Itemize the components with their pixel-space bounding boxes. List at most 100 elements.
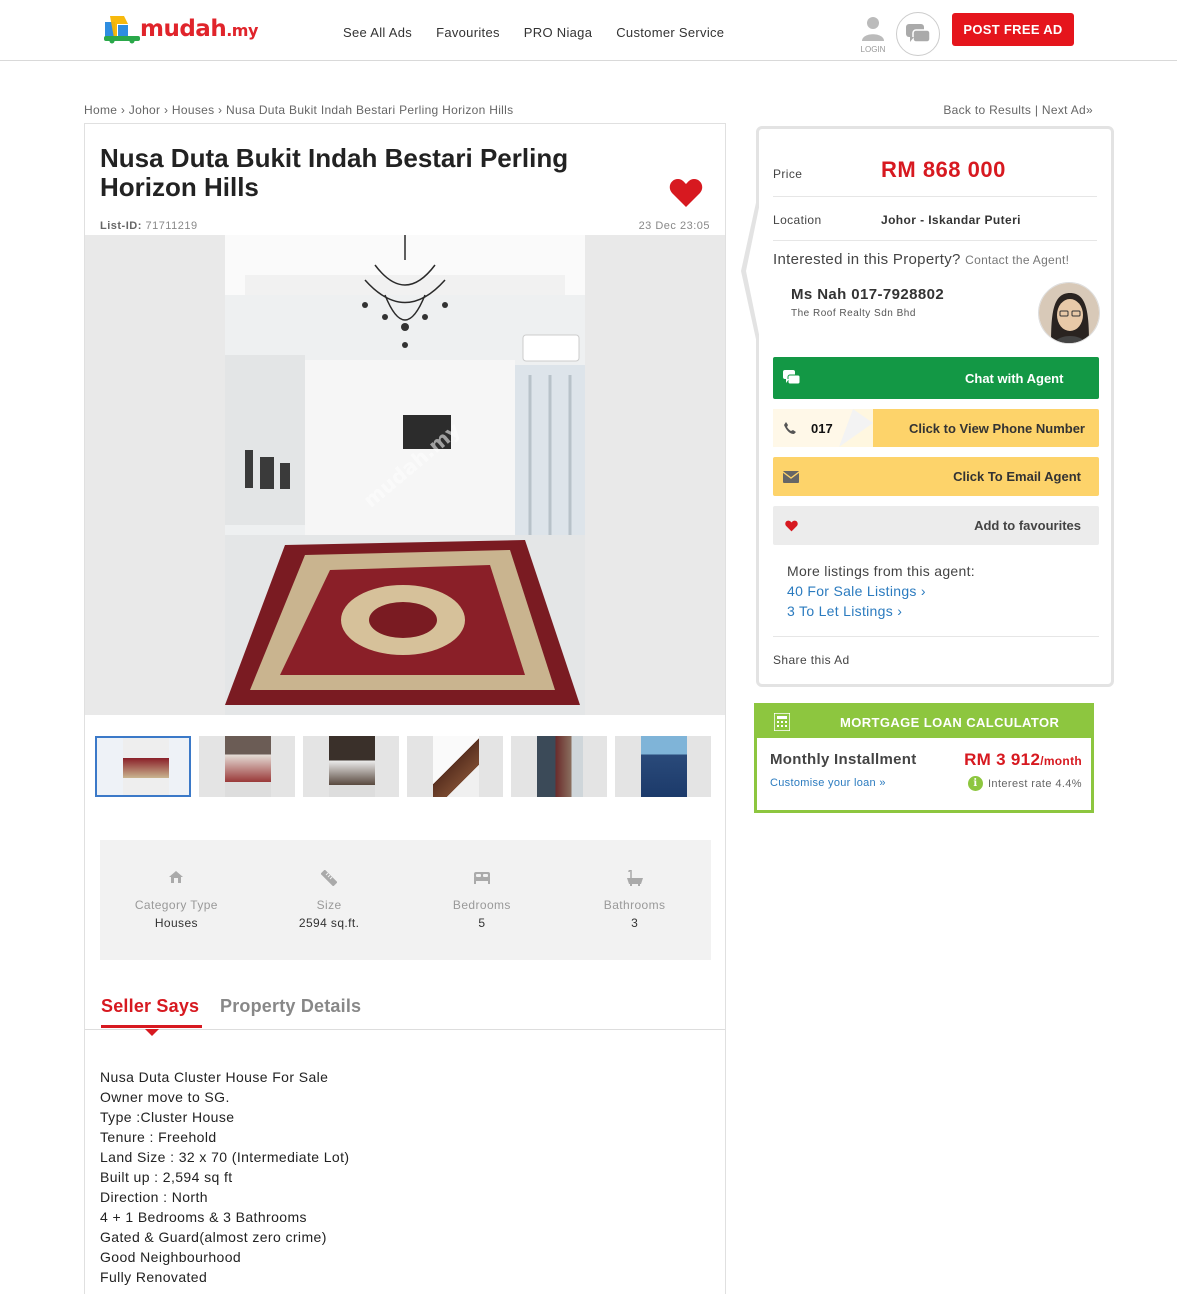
ruler-icon [321, 870, 338, 886]
listing-main: Nusa Duta Bukit Indah Bestari Perling Ho… [84, 123, 726, 1294]
desc-line: Tenure : Freehold [100, 1129, 217, 1145]
photo-gallery[interactable]: mudah.my [85, 235, 725, 715]
thumbnail-5[interactable] [511, 736, 607, 797]
tab-seller-says[interactable]: Seller Says [101, 996, 202, 1028]
list-id: List-ID: 71711219 [100, 220, 198, 232]
email-label: Click To Email Agent [953, 469, 1081, 484]
attr-bedrooms: Bedrooms 5 [406, 840, 559, 960]
bed-icon [473, 872, 490, 884]
attr-bathrooms: Bathrooms 3 [558, 840, 711, 960]
login-label: LOGIN [860, 45, 886, 54]
login-button[interactable]: LOGIN [858, 14, 888, 54]
logo-text: mudah.my [140, 16, 258, 42]
breadcrumb-johor[interactable]: Johor [129, 103, 161, 117]
seller-description: Nusa Duta Cluster House For Sale Owner m… [100, 1067, 349, 1287]
share-label[interactable]: Share this Ad [773, 653, 850, 667]
price-value: RM 868 000 [881, 157, 1006, 182]
installment-label: Monthly Installment [770, 751, 917, 768]
nav-see-all-ads[interactable]: See All Ads [343, 25, 412, 40]
next-ad-link[interactable]: Next Ad» [1042, 103, 1093, 117]
breadcrumb: Home › Johor › Houses › Nusa Duta Bukit … [84, 103, 513, 117]
active-tab-indicator [145, 1029, 159, 1036]
desc-line: Land Size : 32 x 70 (Intermediate Lot) [100, 1149, 350, 1165]
agent-card: Price RM 868 000 Location Johor - Iskand… [741, 126, 1114, 687]
to-let-listings-link[interactable]: 3 To Let Listings › [787, 601, 975, 621]
chat-button[interactable] [896, 12, 940, 56]
favourites-label: Add to favourites [974, 518, 1081, 533]
agent-name: Ms Nah 017-7928802 [791, 286, 945, 303]
breadcrumb-home[interactable]: Home [84, 103, 117, 117]
back-to-results-link[interactable]: Back to Results [943, 103, 1031, 117]
calc-header: MORTGAGE LOAN CALCULATOR [757, 706, 1091, 738]
attr-label: Bedrooms [452, 898, 511, 912]
house-icon [169, 871, 184, 883]
favourite-heart-icon[interactable] [669, 178, 703, 208]
agent-avatar [1038, 282, 1100, 344]
breadcrumb-sep: › [163, 103, 169, 117]
desc-line: Owner move to SG. [100, 1089, 230, 1105]
email-agent-button[interactable]: Click To Email Agent [773, 457, 1099, 496]
agent-photo [1039, 283, 1099, 343]
thumbnail-strip [95, 736, 711, 797]
thumbnail-2[interactable] [199, 736, 295, 797]
attr-value: 2594 sq.ft. [298, 916, 360, 930]
thumbnail-6[interactable] [615, 736, 711, 797]
view-phone-button[interactable]: 017 Click to View Phone Number [773, 409, 1099, 447]
location-value: Johor - Iskandar Puteri [881, 213, 1021, 227]
nav-customer-service[interactable]: Customer Service [616, 25, 724, 40]
living-room-photo: mudah.my [225, 235, 585, 715]
calc-title: MORTGAGE LOAN CALCULATOR [840, 715, 1060, 730]
result-navigation: Back to Results | Next Ad» [943, 103, 1093, 117]
location-label: Location [773, 213, 822, 227]
thumbnail-1[interactable] [95, 736, 191, 797]
card-pointer-inner [746, 193, 762, 349]
posted-date: 23 Dec 23:05 [638, 220, 710, 232]
main-nav: See All Ads Favourites PRO Niaga Custome… [343, 25, 724, 40]
attr-label: Size [316, 898, 342, 912]
desc-line: Fully Renovated [100, 1269, 208, 1285]
for-sale-listings-link[interactable]: 40 For Sale Listings › [787, 581, 975, 601]
thumbnail-3[interactable] [303, 736, 399, 797]
customise-loan-link[interactable]: Customise your loan » [770, 777, 886, 789]
mudah-logo[interactable]: mudah.my [104, 14, 258, 44]
interest-rate: i Interest rate 4.4% [967, 776, 1082, 791]
divider [773, 636, 1099, 637]
info-icon[interactable]: i [967, 776, 983, 791]
site-header: mudah.my See All Ads Favourites PRO Niag… [0, 0, 1177, 61]
nav-favourites[interactable]: Favourites [436, 25, 500, 40]
installment-value: RM 3 912/month [964, 750, 1082, 769]
heart-icon [785, 520, 798, 531]
chat-label: Chat with Agent [965, 370, 1064, 386]
breadcrumb-houses[interactable]: Houses [172, 103, 215, 117]
price-label: Price [773, 167, 803, 181]
attr-value: 3 [631, 916, 639, 930]
nav-pro-niaga[interactable]: PRO Niaga [524, 25, 592, 40]
attr-label: Category Type [134, 898, 218, 912]
interested-heading: Interested in this Property? Contact the… [773, 251, 1070, 268]
attr-size: Size 2594 sq.ft. [253, 840, 406, 960]
main-photo[interactable]: mudah.my [225, 235, 585, 715]
post-free-ad-button[interactable]: POST FREE AD [952, 13, 1074, 46]
logo-icon [104, 16, 140, 44]
breadcrumb-sep: › [218, 103, 223, 117]
desc-line: 4 + 1 Bedrooms & 3 Bathrooms [100, 1209, 307, 1225]
add-to-favourites-button[interactable]: Add to favourites [773, 506, 1099, 545]
phone-label: Click to View Phone Number [908, 421, 1085, 436]
tab-property-details[interactable]: Property Details [220, 996, 361, 1017]
desc-line: Type :Cluster House [100, 1109, 235, 1125]
phone-prefix: 017 [811, 421, 833, 436]
attr-value: Houses [154, 916, 198, 930]
thumbnail-4[interactable] [407, 736, 503, 797]
location-row: Location Johor - Iskandar Puteri [773, 197, 1097, 241]
contact-agent-text: Contact the Agent! [965, 253, 1070, 267]
mortgage-calculator: MORTGAGE LOAN CALCULATOR Monthly Install… [754, 703, 1094, 813]
attr-category: Category Type Houses [100, 840, 253, 960]
more-listings-label: More listings from this agent: [787, 563, 975, 579]
user-icon [862, 17, 884, 41]
desc-line: Direction : North [100, 1189, 208, 1205]
chat-with-agent-button[interactable]: Chat with Agent [773, 357, 1099, 399]
desc-line: Nusa Duta Cluster House For Sale [100, 1069, 329, 1085]
calculator-icon [774, 713, 790, 731]
desc-line: Gated & Guard(almost zero crime) [100, 1229, 327, 1245]
attr-value: 5 [478, 916, 486, 930]
